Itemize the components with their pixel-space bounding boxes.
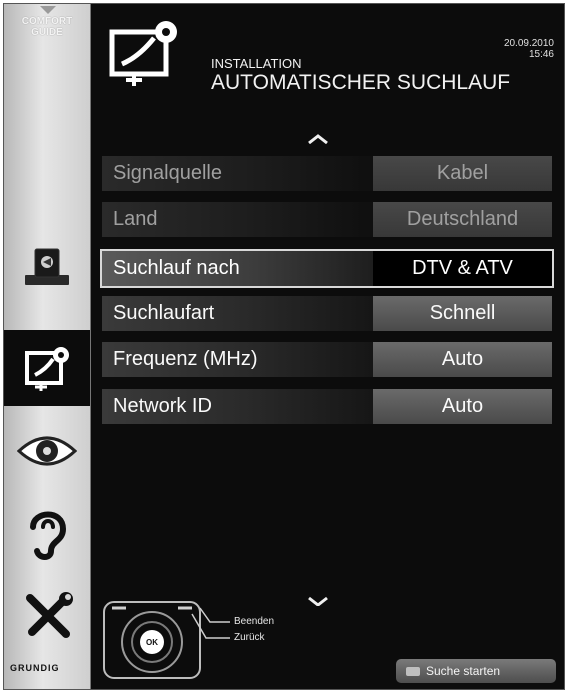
installation-icon — [25, 347, 69, 391]
menu-subtitle: INSTALLATION — [211, 56, 302, 71]
menu-row-suchlauf-nach[interactable]: Suchlauf nach DTV & ATV — [100, 249, 554, 288]
sidebar-item-source[interactable] — [4, 240, 90, 296]
legend-exit: Beenden — [234, 616, 275, 627]
date-text: 20.09.2010 — [503, 38, 554, 49]
eye-icon — [17, 436, 77, 466]
ok-label: OK — [146, 637, 158, 647]
date-time: 20.09.2010 15:46 — [504, 38, 554, 60]
row-value: Kabel — [373, 156, 552, 191]
row-value: Auto — [373, 389, 552, 424]
comfort-guide-line2: GUIDE — [31, 27, 63, 38]
remote-navigation-diagram: OK — [102, 600, 232, 685]
comfort-guide-line1: COMFORT — [21, 16, 73, 27]
ok-button[interactable]: OK — [140, 630, 164, 654]
comfort-guide-label[interactable]: COMFORT GUIDE — [4, 16, 90, 38]
sidebar-item-sound[interactable] — [4, 498, 90, 568]
menu-title: AUTOMATISCHER SUCHLAUF — [211, 71, 511, 94]
row-value: Auto — [373, 342, 552, 377]
legend-back: Zurück — [234, 632, 265, 643]
header-installation-icon — [104, 16, 188, 95]
comfort-guide-arrow-icon[interactable] — [40, 6, 56, 14]
row-value: Deutschland — [373, 202, 552, 237]
tv-menu-screen: COMFORT GUIDE GRUNDIG INSTALLATION AUTOM… — [3, 3, 565, 690]
menu-row-signalquelle[interactable]: Signalquelle Kabel — [102, 156, 552, 191]
row-label: Suchlaufart — [102, 296, 373, 331]
row-label: Suchlauf nach — [102, 251, 373, 286]
menu-row-suchlaufart[interactable]: Suchlaufart Schnell — [102, 296, 552, 331]
menu-row-land[interactable]: Land Deutschland — [102, 202, 552, 237]
row-value: Schnell — [373, 296, 552, 331]
start-search-button[interactable]: Suche starten — [396, 659, 556, 683]
ear-icon — [30, 511, 67, 560]
row-value: DTV & ATV — [373, 251, 552, 286]
time-text: 15:46 — [528, 49, 554, 60]
source-icon — [25, 248, 69, 285]
start-search-label: Suche starten — [426, 664, 501, 678]
sidebar-item-settings[interactable] — [4, 582, 90, 652]
sidebar-item-installation[interactable] — [4, 330, 90, 406]
row-label: Frequenz (MHz) — [102, 342, 373, 377]
scroll-down-icon[interactable] — [307, 596, 329, 606]
brand-logo: GRUNDIG — [10, 663, 60, 673]
menu-row-frequenz[interactable]: Frequenz (MHz) Auto — [102, 342, 552, 377]
menu-row-network-id[interactable]: Network ID Auto — [102, 389, 552, 424]
sidebar-item-picture[interactable] — [4, 416, 90, 486]
row-label: Land — [102, 202, 373, 237]
red-button-icon — [406, 666, 420, 676]
row-label: Signalquelle — [102, 156, 373, 191]
scroll-up-icon[interactable] — [307, 134, 329, 144]
tools-icon — [26, 592, 73, 638]
row-label: Network ID — [102, 389, 373, 424]
sidebar: COMFORT GUIDE GRUNDIG — [4, 4, 91, 689]
